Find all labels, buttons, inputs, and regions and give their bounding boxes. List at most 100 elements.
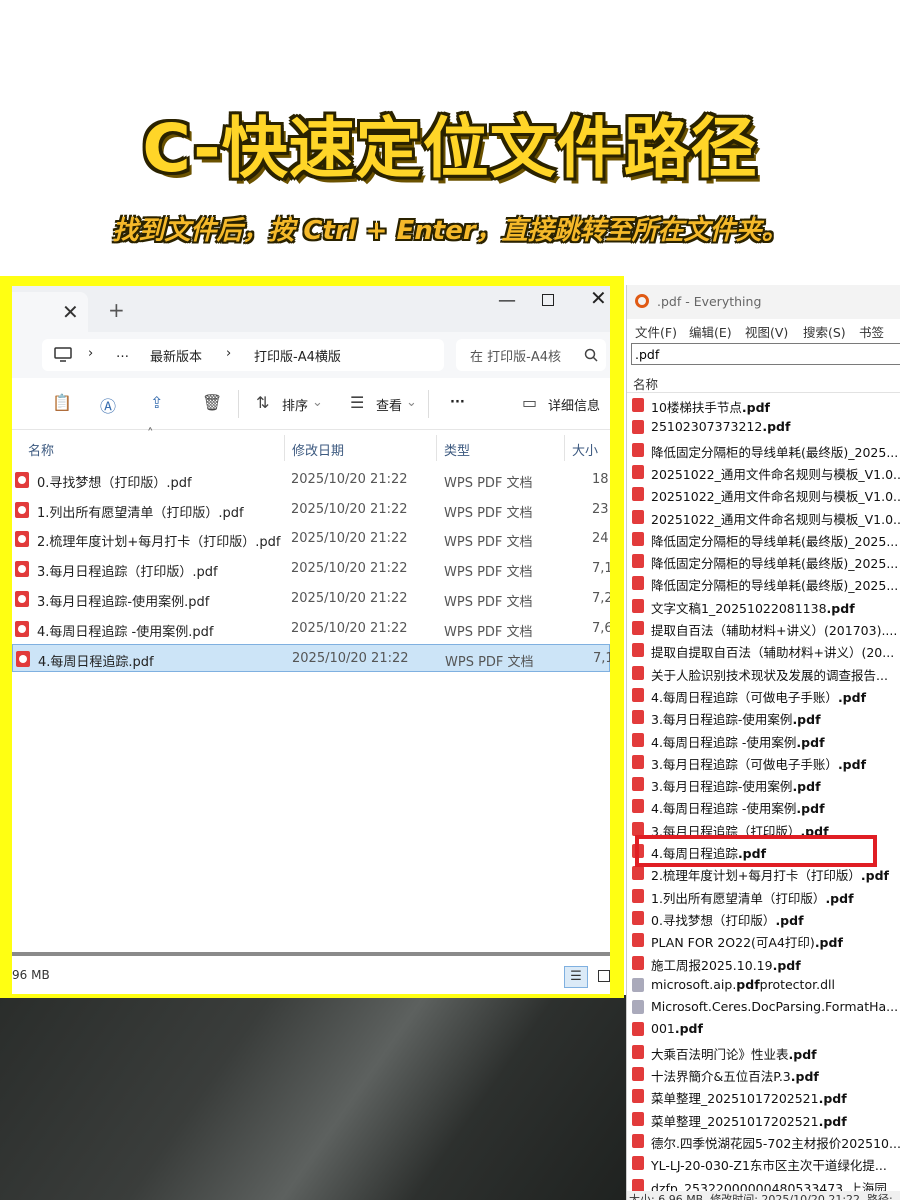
- result-row[interactable]: 德尔.四季悦湖花园5-702主材报价202510...: [627, 1130, 900, 1152]
- result-row[interactable]: 3.每月日程追踪-使用案例.pdf: [627, 706, 900, 728]
- pdf-file-icon: [632, 487, 644, 502]
- result-name-part: 德尔.四季悦湖花园5-702主材报价202510...: [651, 1135, 900, 1151]
- details-view-icon[interactable]: ☰: [564, 966, 588, 988]
- sort-button[interactable]: 排序: [282, 395, 308, 414]
- column-date[interactable]: 修改日期: [292, 440, 344, 459]
- result-name-part: 3.每月日程追踪（可做电子手账）: [651, 756, 838, 772]
- result-row[interactable]: 菜单整理_20251017202521.pdf: [627, 1108, 900, 1130]
- result-row[interactable]: PLAN FOR 2O22(可A4打印).pdf: [627, 929, 900, 951]
- result-row[interactable]: YL-LJ-20-030-Z1东市区主次干道绿化提...: [627, 1152, 900, 1174]
- result-row[interactable]: 文字文稿1_20251022081138.pdf: [627, 595, 900, 617]
- result-row[interactable]: 降低固定分隔柜的导线单耗(最终版)_2025...: [627, 528, 900, 550]
- file-row[interactable]: 1.列出所有愿望清单（打印版）.pdf 2025/10/20 21:22 WPS P…: [12, 496, 610, 524]
- everything-search-input[interactable]: .pdf: [631, 343, 900, 365]
- maximize-icon[interactable]: [542, 294, 554, 306]
- address-bar-row: › … 最新版本 › 打印版-A4横版 在 打印版-A4核: [12, 332, 610, 378]
- result-name-match: .pdf: [674, 1021, 703, 1037]
- column-size[interactable]: 大小: [572, 440, 598, 459]
- menu-file[interactable]: 文件(F): [635, 322, 677, 341]
- result-row[interactable]: Microsoft.Ceres.DocParsing.FormatHa...: [627, 996, 900, 1018]
- result-row[interactable]: 降低固定分隔柜的导线单耗(最终版)_2025...: [627, 572, 900, 594]
- file-date: 2025/10/20 21:22: [292, 651, 409, 667]
- result-name-match: .pdf: [792, 779, 821, 795]
- result-name-part: 降低固定分隔柜的导线单耗(最终版)_2025...: [651, 556, 899, 572]
- pdf-file-icon: [16, 651, 30, 668]
- search-box[interactable]: 在 打印版-A4核: [456, 339, 606, 371]
- view-button[interactable]: 查看: [376, 395, 402, 414]
- result-row[interactable]: 20251022_通用文件命名规则与模板_V1.0...: [627, 483, 900, 505]
- file-size: 7,29: [592, 590, 610, 606]
- result-name-part: 001: [651, 1021, 675, 1037]
- result-row[interactable]: 大乘百法明门论》性业表.pdf: [627, 1041, 900, 1063]
- result-row[interactable]: 0.寻找梦想（打印版）.pdf: [627, 907, 900, 929]
- result-row[interactable]: 4.每周日程追踪 -使用案例.pdf: [627, 795, 900, 817]
- column-type[interactable]: 类型: [444, 440, 470, 459]
- column-divider[interactable]: [436, 435, 437, 461]
- file-row[interactable]: 0.寻找梦想（打印版）.pdf 2025/10/20 21:22 WPS PDF 文…: [12, 466, 610, 494]
- result-row[interactable]: 关于人脸识别技术现状及发展的调查报告...: [627, 662, 900, 684]
- result-row[interactable]: 提取自百法（辅助材料+讲义）(201703)....: [627, 617, 900, 639]
- result-row[interactable]: 20251022_通用文件命名规则与模板_V1.0...: [627, 506, 900, 528]
- result-row[interactable]: 25102307373212.pdf: [627, 416, 900, 438]
- result-row[interactable]: 10楼梯扶手节点.pdf: [627, 394, 900, 416]
- result-row[interactable]: microsoft.aip.pdfprotector.dll: [627, 974, 900, 996]
- breadcrumb-item[interactable]: 打印版-A4横版: [254, 346, 341, 365]
- tab-close-icon[interactable]: ✕: [62, 300, 79, 324]
- file-row[interactable]: 4.每周日程追踪.pdf 2025/10/20 21:22 WPS PDF 文档 7,…: [12, 644, 610, 673]
- result-name-part: 0.寻找梦想（打印版）: [651, 912, 776, 928]
- window-close-icon[interactable]: ✕: [590, 286, 607, 310]
- delete-icon[interactable]: 🗑: [202, 393, 222, 412]
- result-row[interactable]: 3.每月日程追踪（可做电子手账）.pdf: [627, 751, 900, 773]
- rename-icon[interactable]: Ⓐ: [100, 393, 116, 417]
- pdf-file-icon: [15, 620, 29, 637]
- result-row[interactable]: 施工周报2025.10.19.pdf: [627, 952, 900, 974]
- file-name: 3.每月日程追踪（打印版）.pdf: [37, 565, 218, 581]
- address-bar[interactable]: › … 最新版本 › 打印版-A4横版: [42, 339, 444, 371]
- share-icon[interactable]: ⇪: [150, 393, 163, 412]
- column-name[interactable]: 名称: [633, 374, 658, 393]
- result-row[interactable]: 4.每周日程追踪 -使用案例.pdf: [627, 729, 900, 751]
- paste-icon[interactable]: 📋: [52, 393, 72, 412]
- menu-search[interactable]: 搜索(S): [803, 322, 846, 341]
- pdf-file-icon: [632, 866, 644, 881]
- result-name: 降低固定分隔柜的导线单耗(最终版)_2025...: [651, 575, 898, 594]
- details-button[interactable]: 详细信息: [548, 395, 600, 414]
- results-header: 名称: [627, 369, 900, 393]
- result-row[interactable]: 1.列出所有愿望清单（打印版）.pdf: [627, 885, 900, 907]
- result-row[interactable]: 001.pdf: [627, 1018, 900, 1040]
- result-row[interactable]: 20251022_通用文件命名规则与模板_V1.0...: [627, 461, 900, 483]
- column-name[interactable]: 名称: [28, 440, 54, 459]
- pdf-file-icon: [632, 821, 644, 836]
- more-options-button[interactable]: ···: [450, 395, 465, 410]
- file-row[interactable]: 2.梳理年度计划+每月打卡（打印版）.pdf 2025/10/20 21:22 WP…: [12, 525, 610, 553]
- column-divider[interactable]: [564, 435, 565, 461]
- menu-view[interactable]: 视图(V): [745, 322, 788, 341]
- file-row[interactable]: 3.每月日程追踪-使用案例.pdf 2025/10/20 21:22 WPS PDF…: [12, 585, 610, 613]
- toolbar-divider: [428, 390, 429, 418]
- new-tab-icon[interactable]: +: [108, 298, 125, 322]
- pdf-file-icon: [632, 621, 644, 635]
- sort-up-icon: ˄: [147, 427, 154, 442]
- menu-edit[interactable]: 编辑(E): [689, 322, 732, 341]
- result-row[interactable]: 十法界簡介&五位百法P.3.pdf: [627, 1063, 900, 1085]
- result-name-part: 菜单整理_20251017202521: [651, 1113, 819, 1129]
- breadcrumb-item[interactable]: 最新版本: [150, 346, 202, 365]
- result-row[interactable]: 降低固定分隔柜的导线单耗(最终版)_2025...: [627, 550, 900, 572]
- result-row[interactable]: 3.每月日程追踪-使用案例.pdf: [627, 773, 900, 795]
- horizontal-scrollbar[interactable]: [12, 952, 610, 956]
- result-name-part: 4.每周日程追踪 -使用案例: [651, 801, 797, 817]
- result-row[interactable]: 降低固定分隔柜的导线单耗(最终版)_2025...: [627, 439, 900, 461]
- pdf-file-icon: [632, 1089, 644, 1104]
- minimize-icon[interactable]: —: [498, 290, 516, 311]
- result-row[interactable]: 提取自提取自百法（辅助材料+讲义）(20...: [627, 639, 900, 661]
- result-name-part: 1.列出所有愿望清单（打印版）: [651, 890, 826, 906]
- breadcrumb-overflow[interactable]: …: [116, 346, 129, 361]
- tab-active[interactable]: ✕: [12, 292, 88, 332]
- result-row[interactable]: 菜单整理_20251017202521.pdf: [627, 1085, 900, 1107]
- result-row[interactable]: 4.每周日程追踪（可做电子手账）.pdf: [627, 684, 900, 706]
- column-divider[interactable]: [284, 435, 285, 461]
- result-name: 20251022_通用文件命名规则与模板_V1.0...: [651, 509, 900, 528]
- file-row[interactable]: 3.每月日程追踪（打印版）.pdf 2025/10/20 21:22 WPS PDF…: [12, 555, 610, 583]
- file-row[interactable]: 4.每周日程追踪 -使用案例.pdf 2025/10/20 21:22 WPS PD…: [12, 615, 610, 643]
- tiles-view-icon[interactable]: [598, 970, 610, 982]
